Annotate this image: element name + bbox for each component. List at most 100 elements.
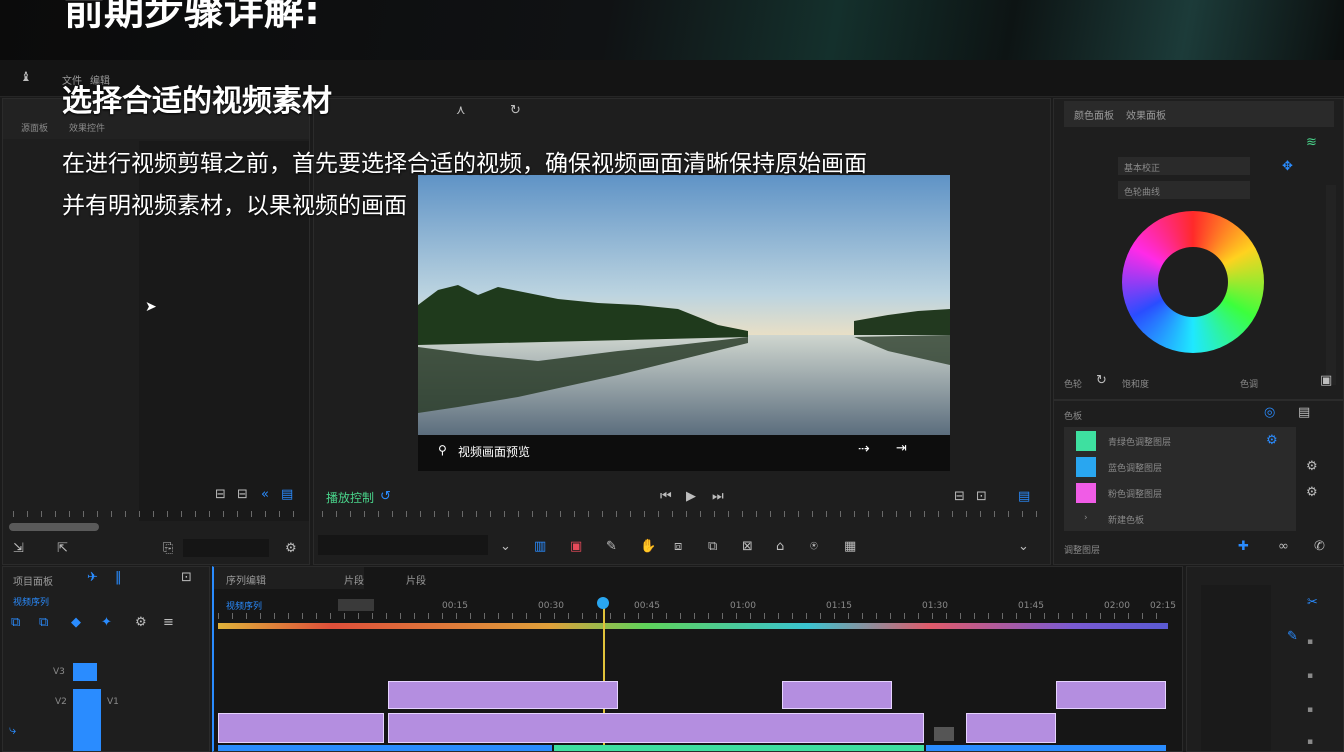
tool-label-4[interactable]: ▪ bbox=[1307, 737, 1313, 747]
tab-effects[interactable]: 效果面板 bbox=[1126, 107, 1166, 122]
video-frame[interactable]: ⚲ 视频画面预览 ⇢ ⇥ bbox=[418, 175, 950, 471]
color-wheel[interactable] bbox=[1122, 211, 1264, 353]
play-icon[interactable]: ▤ bbox=[281, 487, 293, 502]
program-field[interactable] bbox=[318, 535, 488, 555]
clip-v2-1[interactable] bbox=[388, 681, 618, 709]
color-picker-icon[interactable]: ✥ bbox=[1282, 159, 1293, 174]
settings-track-icon[interactable]: ⚙ bbox=[135, 615, 147, 630]
snap-icon[interactable]: ⧉ bbox=[11, 615, 20, 630]
tool-select-icon[interactable]: ✂ bbox=[1307, 595, 1318, 610]
tool-label-2[interactable]: ▪ bbox=[1307, 671, 1313, 681]
swatch-link-icon[interactable]: ⚙ bbox=[1266, 433, 1278, 448]
zoom-slider[interactable] bbox=[338, 599, 374, 611]
swatches-menu-icon[interactable]: ▤ bbox=[1298, 405, 1310, 420]
pen-icon[interactable]: ✎ bbox=[606, 539, 617, 554]
color-panel-scrollbar[interactable] bbox=[1326, 185, 1336, 385]
program-ruler[interactable] bbox=[322, 511, 1042, 517]
select-tool-icon[interactable]: ⋏ bbox=[456, 103, 466, 118]
program-settings-icon[interactable]: ▤ bbox=[1018, 489, 1030, 504]
clip-v1-2[interactable] bbox=[388, 713, 924, 743]
overwrite-icon[interactable]: ⇱ bbox=[57, 541, 68, 556]
tab-effect-controls[interactable]: 效果控件 bbox=[69, 121, 105, 134]
sequence-name[interactable]: 视频序列 bbox=[13, 595, 49, 608]
toggle-sync-lock-v3[interactable] bbox=[73, 663, 97, 681]
loop-icon[interactable]: ↺ bbox=[380, 489, 391, 504]
work-area-bar[interactable] bbox=[218, 623, 1168, 629]
source-ruler[interactable] bbox=[13, 511, 299, 517]
clip-tool-icon[interactable]: ▥ bbox=[534, 539, 546, 554]
clip-v2-3[interactable] bbox=[1056, 681, 1166, 709]
project-menu-icon[interactable]: ⊡ bbox=[181, 570, 192, 585]
toggle-track-output[interactable] bbox=[73, 689, 101, 751]
text-icon[interactable]: ⌂ bbox=[776, 539, 784, 554]
export-icon[interactable]: ▦ bbox=[844, 539, 856, 554]
target-icon[interactable]: ⤷ bbox=[9, 723, 16, 738]
swatch-teal[interactable] bbox=[1076, 431, 1096, 451]
info-icon[interactable]: ◎ bbox=[1264, 405, 1275, 420]
link-icon[interactable]: ∞ bbox=[1278, 539, 1289, 554]
curves-row[interactable]: 色轮曲线 bbox=[1118, 181, 1250, 199]
source-scrollbar[interactable] bbox=[9, 523, 99, 531]
play-program-icon[interactable]: ▶ bbox=[686, 489, 696, 504]
program-more-icon[interactable]: ⌄ bbox=[1018, 539, 1029, 554]
chevron-down-icon[interactable]: ⌄ bbox=[500, 539, 511, 554]
insert-icon[interactable]: ⇲ bbox=[13, 541, 24, 556]
clip-v1-3[interactable] bbox=[966, 713, 1056, 743]
hand-icon[interactable]: ✋ bbox=[640, 539, 656, 554]
tab-clip[interactable]: 片段 bbox=[344, 572, 364, 587]
project-tab[interactable]: 项目面板 bbox=[13, 573, 53, 588]
phone-icon[interactable]: ✆ bbox=[1314, 539, 1325, 554]
clip-v1-1[interactable] bbox=[218, 713, 384, 743]
wrench-icon[interactable]: ✦ bbox=[101, 615, 112, 630]
swatch-blue[interactable] bbox=[1076, 457, 1096, 477]
new-swatch-label[interactable]: 新建色板 bbox=[1108, 513, 1144, 526]
panel-menu-icon[interactable]: ▣ bbox=[1320, 373, 1332, 388]
basic-correction-row[interactable]: 基本校正 bbox=[1118, 157, 1250, 175]
swatch-options-icon-2[interactable]: ⚙ bbox=[1306, 485, 1318, 500]
lift-icon[interactable]: ⊟ bbox=[954, 489, 965, 504]
tab-extra[interactable]: 片段 bbox=[406, 572, 426, 587]
tab-source[interactable]: 源面板 bbox=[21, 121, 48, 134]
marker-add-icon[interactable]: ◆ bbox=[71, 615, 81, 630]
collapse-icon[interactable]: ≋ bbox=[1306, 135, 1317, 150]
swatch-pink[interactable] bbox=[1076, 483, 1096, 503]
mark-out-icon[interactable]: ⊟ bbox=[237, 487, 248, 502]
tool-icon[interactable]: ✈ bbox=[87, 570, 98, 585]
marker-icon[interactable]: ▣ bbox=[570, 539, 582, 554]
transition-marker[interactable] bbox=[934, 727, 954, 741]
audio-clip-2[interactable] bbox=[554, 745, 924, 751]
mark-in-icon[interactable]: ⊟ bbox=[215, 487, 226, 502]
nav-icon[interactable]: ‖ bbox=[115, 570, 122, 585]
next-arrow-icon[interactable]: ⇢ bbox=[858, 441, 870, 457]
extract-icon[interactable]: ⊡ bbox=[976, 489, 987, 504]
next-edit-icon[interactable]: ⏭ bbox=[712, 489, 724, 504]
refresh-icon[interactable]: ↻ bbox=[510, 103, 521, 118]
settings-icon[interactable]: ⚙ bbox=[285, 541, 297, 556]
swatch-options-icon[interactable]: ⚙ bbox=[1306, 459, 1318, 474]
clip-v2-2[interactable] bbox=[782, 681, 892, 709]
program-timecode[interactable]: 播放控制 bbox=[326, 489, 374, 506]
razor-icon[interactable]: ⍟ bbox=[810, 539, 818, 554]
slip-icon[interactable]: ⧈ bbox=[674, 539, 682, 554]
zoom-icon[interactable]: ⊠ bbox=[742, 539, 753, 554]
new-swatch-icon[interactable]: › bbox=[1084, 513, 1088, 523]
linked-icon[interactable]: ⧉ bbox=[39, 615, 48, 630]
tool-label-1[interactable]: ▪ bbox=[1307, 637, 1313, 647]
step-back-icon[interactable]: « bbox=[261, 487, 269, 502]
timeline-tab-active[interactable]: 序列编辑 bbox=[214, 567, 364, 589]
playhead-handle[interactable] bbox=[597, 597, 609, 609]
timeline-ruler[interactable] bbox=[218, 613, 1168, 619]
tab-color[interactable]: 颜色面板 bbox=[1074, 107, 1114, 122]
tool-label-3[interactable]: ▪ bbox=[1307, 705, 1313, 715]
audio-clip-3[interactable] bbox=[926, 745, 1166, 751]
add-swatch-icon[interactable]: ✚ bbox=[1238, 539, 1249, 554]
source-timecode-field[interactable] bbox=[183, 539, 269, 557]
audio-clip-1[interactable] bbox=[218, 745, 552, 751]
prev-edit-icon[interactable]: ⏮ bbox=[660, 489, 672, 504]
tool-pen-icon[interactable]: ✎ bbox=[1287, 629, 1298, 644]
export-frame-icon[interactable]: ⎘ bbox=[163, 541, 173, 556]
list-icon[interactable]: ≡ bbox=[163, 615, 174, 630]
crop-icon[interactable]: ⧉ bbox=[708, 539, 717, 554]
refresh-wheel-icon[interactable]: ↻ bbox=[1096, 373, 1107, 388]
forward-icon[interactable]: ⇥ bbox=[896, 441, 907, 456]
